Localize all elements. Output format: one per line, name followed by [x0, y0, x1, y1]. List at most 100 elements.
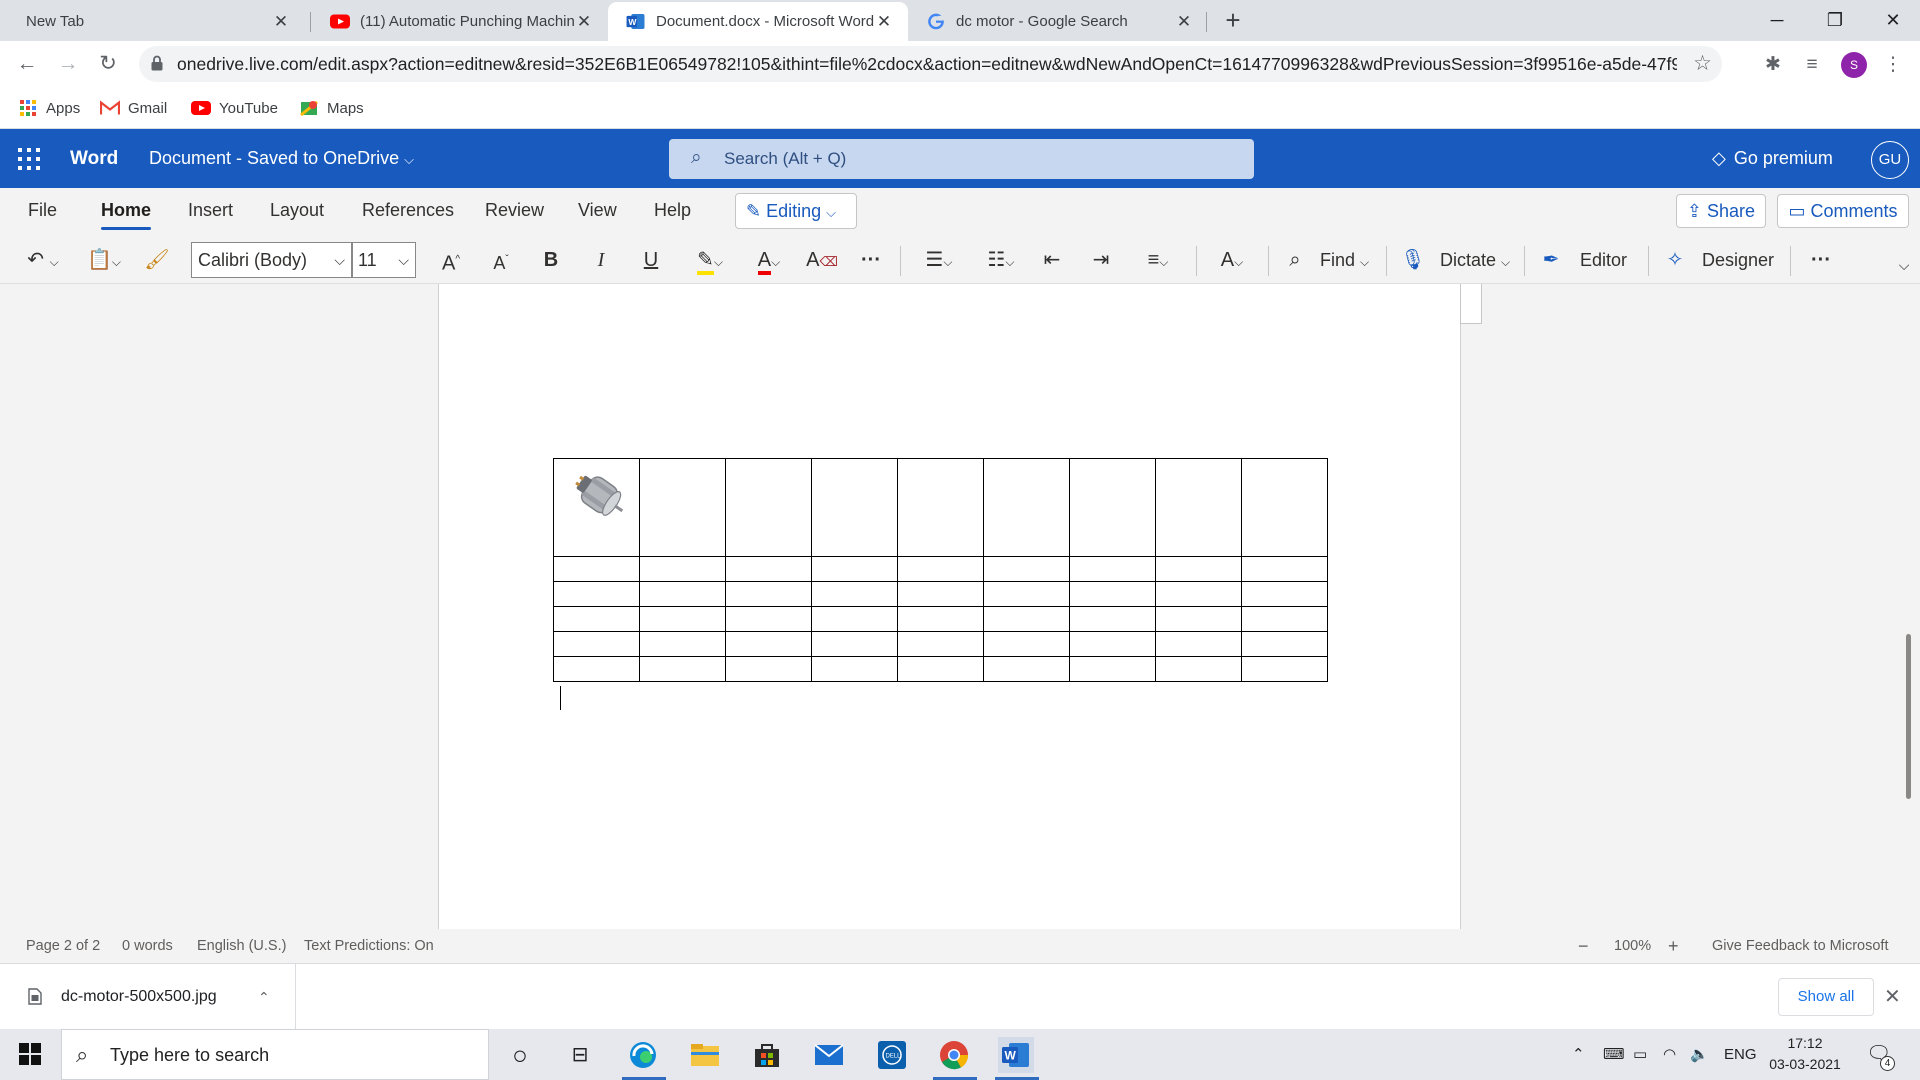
table-cell[interactable]	[639, 458, 726, 557]
tab-help[interactable]: Help	[654, 188, 691, 232]
table-cell[interactable]	[1069, 581, 1156, 607]
profile-avatar[interactable]: S	[1841, 52, 1867, 78]
more-options-icon[interactable]: ···	[856, 243, 886, 277]
table-cell[interactable]	[897, 581, 984, 607]
url-text[interactable]: onedrive.live.com/edit.aspx?action=editn…	[177, 46, 1677, 82]
chrome-icon[interactable]	[936, 1037, 972, 1073]
table-cell[interactable]	[1069, 556, 1156, 582]
table-cell[interactable]	[1155, 606, 1242, 632]
bullet-list-icon[interactable]: ☰⌵	[916, 243, 962, 277]
table-cell[interactable]	[1241, 556, 1328, 582]
taskbar-search-box[interactable]: ⌕ Type here to search	[61, 1029, 489, 1080]
table-cell[interactable]	[811, 656, 898, 682]
reload-icon[interactable]: ↻	[94, 50, 122, 78]
table-cell[interactable]	[639, 656, 726, 682]
table-cell[interactable]	[983, 606, 1070, 632]
table-cell[interactable]	[553, 606, 640, 632]
close-icon[interactable]: ✕	[874, 12, 894, 32]
restore-icon[interactable]: ❐	[1806, 0, 1864, 40]
font-color-icon[interactable]: A⌵	[745, 243, 793, 277]
browser-tab-new-tab[interactable]: New Tab ✕	[8, 2, 305, 41]
underline-icon[interactable]: U	[637, 243, 665, 277]
close-icon[interactable]: ✕	[574, 12, 594, 32]
italic-icon[interactable]: I	[587, 243, 615, 277]
table-cell[interactable]	[639, 606, 726, 632]
tab-references[interactable]: References	[362, 188, 454, 232]
table-cell[interactable]	[983, 458, 1070, 557]
table-cell[interactable]	[897, 656, 984, 682]
table-cell[interactable]	[1241, 606, 1328, 632]
close-icon[interactable]: ✕	[271, 12, 291, 32]
edge-icon[interactable]	[625, 1037, 661, 1073]
language-status[interactable]: English (U.S.)	[197, 929, 286, 963]
document-table[interactable]	[553, 458, 1328, 682]
volume-icon[interactable]: 🔈	[1690, 1029, 1709, 1080]
give-feedback-link[interactable]: Give Feedback to Microsoft	[1712, 929, 1889, 963]
tab-view[interactable]: View	[578, 188, 617, 232]
table-cell[interactable]	[639, 556, 726, 582]
zoom-out-icon[interactable]: −	[1578, 929, 1589, 963]
user-avatar[interactable]: GU	[1871, 141, 1909, 179]
table-cell[interactable]	[1155, 458, 1242, 557]
new-tab-plus-icon[interactable]: +	[1218, 6, 1248, 36]
find-icon[interactable]: ⌕	[1280, 243, 1310, 277]
app-name[interactable]: Word	[70, 129, 118, 188]
table-cell[interactable]	[897, 556, 984, 582]
styles-icon[interactable]: A⌵	[1208, 243, 1256, 277]
search-box[interactable]: ⌕ Search (Alt + Q)	[669, 139, 1254, 179]
table-cell[interactable]	[811, 458, 898, 557]
editor-button[interactable]: Editor	[1580, 243, 1627, 277]
word-app-icon[interactable]: W	[998, 1037, 1034, 1073]
url-omnibox[interactable]: onedrive.live.com/edit.aspx?action=editn…	[139, 46, 1722, 82]
table-cell[interactable]	[725, 656, 812, 682]
browser-tab-google-search[interactable]: dc motor - Google Search ✕	[908, 2, 1208, 41]
close-icon[interactable]: ✕	[1884, 964, 1901, 1030]
table-cell[interactable]	[725, 581, 812, 607]
minimize-icon[interactable]: ─	[1748, 0, 1806, 40]
word-count[interactable]: 0 words	[122, 929, 173, 963]
table-cell[interactable]	[725, 458, 812, 557]
task-view-icon[interactable]: ⊟	[562, 1037, 598, 1073]
increase-indent-icon[interactable]: ⇥	[1085, 243, 1117, 277]
table-cell[interactable]	[983, 581, 1070, 607]
table-cell[interactable]	[1241, 631, 1328, 657]
browser-tab-youtube[interactable]: (11) Automatic Punching Machin ✕	[312, 2, 608, 41]
table-cell[interactable]	[897, 458, 984, 557]
table-cell[interactable]	[1069, 656, 1156, 682]
table-cell[interactable]	[553, 556, 640, 582]
windows-start-icon[interactable]	[19, 1043, 41, 1065]
system-clock[interactable]: 17:12 03-03-2021	[1760, 1033, 1850, 1075]
wifi-icon[interactable]: ◠	[1663, 1029, 1676, 1080]
editing-mode-button[interactable]: ✎ Editing ⌵	[735, 193, 857, 229]
clear-formatting-icon[interactable]: A⌫	[806, 243, 838, 277]
close-icon[interactable]: ✕	[1174, 12, 1194, 32]
table-cell[interactable]	[553, 656, 640, 682]
media-queue-icon[interactable]: ≡	[1797, 50, 1827, 80]
dictate-button[interactable]: Dictate ⌵	[1440, 243, 1510, 277]
document-title[interactable]: Document - Saved to OneDrive ⌵	[149, 129, 414, 189]
bookmark-star-icon[interactable]: ☆	[1693, 46, 1712, 82]
tab-review[interactable]: Review	[485, 188, 544, 232]
window-close-icon[interactable]: ✕	[1864, 0, 1920, 40]
table-cell[interactable]	[639, 581, 726, 607]
share-button[interactable]: ⇪ Share	[1676, 194, 1766, 228]
highlight-color-icon[interactable]: ✎⌵	[686, 243, 734, 277]
page-count[interactable]: Page 2 of 2	[26, 929, 100, 963]
table-cell[interactable]	[553, 581, 640, 607]
table-cell[interactable]	[983, 556, 1070, 582]
table-cell[interactable]	[553, 631, 640, 657]
designer-wand-icon[interactable]: ✧	[1660, 243, 1690, 277]
mail-icon[interactable]	[811, 1037, 847, 1073]
align-icon[interactable]: ≡⌵	[1134, 243, 1182, 277]
text-predictions-status[interactable]: Text Predictions: On	[304, 929, 434, 963]
forward-arrow-icon[interactable]: →	[54, 50, 82, 78]
tab-insert[interactable]: Insert	[188, 188, 233, 232]
table-cell[interactable]	[811, 631, 898, 657]
font-name-select[interactable]: Calibri (Body) ⌵	[191, 242, 352, 278]
table-cell[interactable]	[1069, 458, 1156, 557]
tray-overflow-chevron-icon[interactable]: ⌃	[1572, 1029, 1585, 1080]
table-cell[interactable]	[1155, 556, 1242, 582]
back-arrow-icon[interactable]: ←	[13, 50, 41, 78]
table-cell[interactable]	[897, 631, 984, 657]
table-cell[interactable]	[811, 581, 898, 607]
